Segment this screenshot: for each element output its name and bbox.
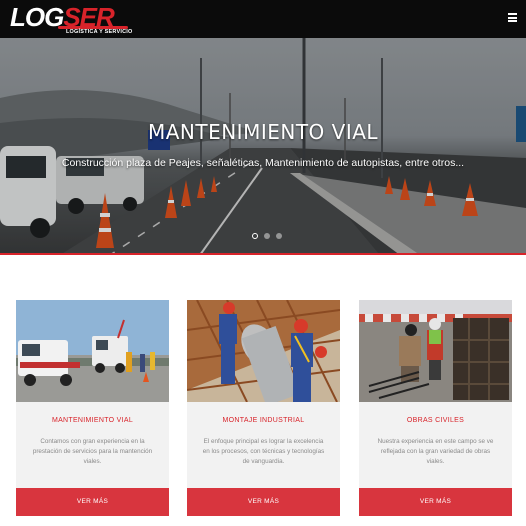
ver-mas-button-mantenimiento-vial[interactable]: VER MÁS [16,488,169,516]
card-image-mantenimiento-vial [16,300,169,402]
logo[interactable]: LOGSER LOGÍSTICA Y SERVICIO [10,2,133,36]
service-card-montaje-industrial: MONTAJE INDUSTRIAL El enfoque principal … [187,300,340,516]
card-image-obras-civiles [359,300,512,402]
site-header: LOGSER LOGÍSTICA Y SERVICIO [0,0,526,38]
hero-subtitle: Construcción plaza de Peajes, señalética… [61,157,465,169]
slider-pagination [252,233,282,239]
card-description: Nuestra experiencia en este campo se ve … [377,438,494,465]
hero-overlay [0,38,526,255]
hero-bottom-border [0,253,526,255]
card-description: Contamos con gran experiencia en la pres… [32,438,153,465]
service-card-obras-civiles: OBRAS CIVILES Nuestra experiencia en est… [359,300,512,516]
card-title: OBRAS CIVILES [406,417,465,424]
hero-slider: MANTENIMIENTO VIAL Construcción plaza de… [0,38,526,255]
slider-dot-1[interactable] [252,233,258,239]
slider-dot-2[interactable] [264,233,270,239]
card-description: El enfoque principal es lograr la excele… [202,438,325,465]
hamburger-icon[interactable] [508,13,517,22]
card-image-montaje-industrial [187,300,340,402]
card-title: MANTENIMIENTO VIAL [51,417,134,424]
slider-dot-3[interactable] [276,233,282,239]
ver-mas-button-obras-civiles[interactable]: VER MÁS [359,488,512,516]
logo-log-text: LOG [10,2,64,32]
card-title: MONTAJE INDUSTRIAL [222,417,305,424]
hero-title: MANTENIMIENTO VIAL [147,120,379,144]
ver-mas-button-montaje-industrial[interactable]: VER MÁS [187,488,340,516]
service-card-mantenimiento-vial: MANTENIMIENTO VIAL Contamos con gran exp… [16,300,169,516]
logo-tagline: LOGÍSTICA Y SERVICIO [66,29,133,35]
